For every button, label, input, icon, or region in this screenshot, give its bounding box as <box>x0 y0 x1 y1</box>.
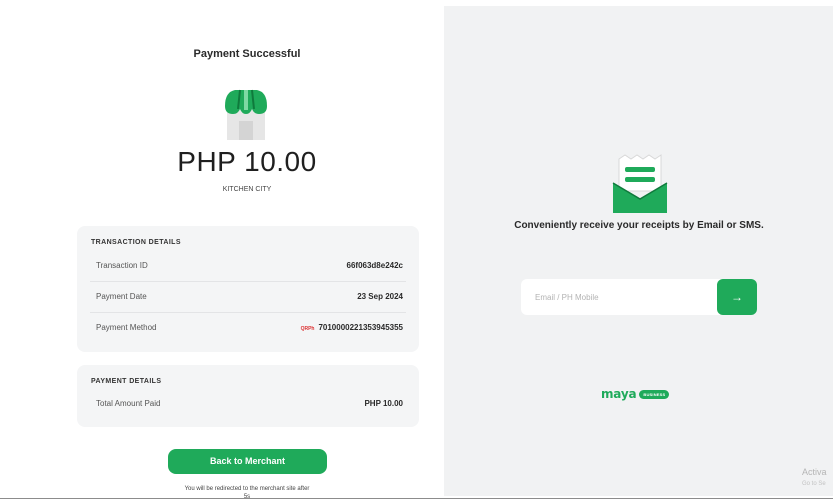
payment-date-row: Payment Date 23 Sep 2024 <box>90 283 406 313</box>
arrow-right-icon: → <box>731 290 743 304</box>
row-label: Transaction ID <box>96 261 148 270</box>
qrph-logo-icon: QRPh <box>300 326 315 332</box>
page-title: Payment Successful <box>193 48 301 60</box>
payment-details-card: PAYMENT DETAILS Total Amount Paid PHP 10… <box>77 365 419 427</box>
row-value: 23 Sep 2024 <box>357 292 403 301</box>
payment-details-heading: PAYMENT DETAILS <box>91 378 162 385</box>
transaction-details-card: TRANSACTION DETAILS Transaction ID 66f06… <box>77 226 419 352</box>
store-icon <box>225 89 267 140</box>
payment-method-row: Payment Method QRPh 7010000221353945355 <box>90 314 406 344</box>
row-value: QRPh 7010000221353945355 <box>301 323 403 332</box>
row-label: Payment Date <box>96 292 147 301</box>
redirect-countdown: 5s <box>243 494 251 500</box>
payment-amount: PHP 10.00 <box>177 146 317 177</box>
receipt-prompt: Conveniently receive your receipts by Em… <box>514 220 764 231</box>
back-to-merchant-button[interactable]: Back to Merchant <box>168 449 327 474</box>
row-label: Payment Method <box>96 323 157 332</box>
row-value: 66f063d8e242c <box>346 261 404 270</box>
brand-word: maya <box>601 387 637 401</box>
email-form: → <box>521 279 757 315</box>
maya-business-logo: maya BUSINESS <box>601 387 670 401</box>
receipt-envelope-icon <box>612 154 668 213</box>
transaction-details-heading: TRANSACTION DETAILS <box>91 239 181 246</box>
receipt-panel: Payment Successful PHP 10.00 KITCHEN CIT… <box>0 0 444 502</box>
merchant-name: KITCHEN CITY <box>222 186 272 193</box>
payment-method-number: 7010000221353945355 <box>318 323 403 332</box>
os-activation-watermark: Activa <box>802 467 827 477</box>
transaction-id-row: Transaction ID 66f063d8e242c <box>90 252 406 282</box>
row-value: PHP 10.00 <box>364 399 403 408</box>
receipt-delivery-panel: Conveniently receive your receipts by Em… <box>444 6 833 496</box>
send-receipt-button[interactable]: → <box>717 279 757 315</box>
brand-badge: BUSINESS <box>639 389 670 399</box>
row-label: Total Amount Paid <box>96 399 161 408</box>
total-amount-row: Total Amount Paid PHP 10.00 <box>90 390 406 420</box>
os-activation-watermark-sub: Go to Se <box>802 481 826 487</box>
email-or-mobile-input[interactable] <box>521 279 717 315</box>
redirect-note: You will be redirected to the merchant s… <box>184 486 310 492</box>
bottom-divider <box>0 498 833 499</box>
